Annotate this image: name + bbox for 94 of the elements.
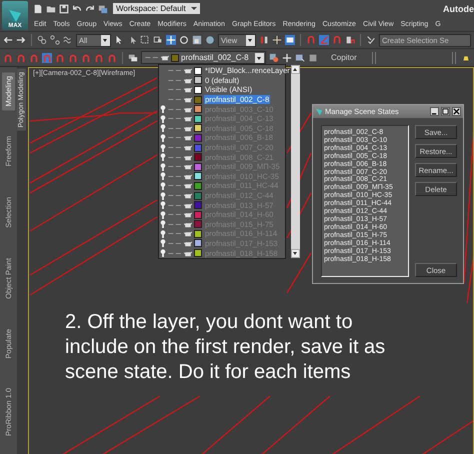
lightbulb-icon[interactable] <box>160 182 166 190</box>
teapot-icon <box>184 230 192 238</box>
teapot-icon <box>184 96 192 104</box>
unlink-icon[interactable] <box>50 35 60 45</box>
teapot-icon <box>184 192 192 200</box>
dash-icon <box>168 145 182 150</box>
teapot-icon <box>184 76 192 84</box>
window-crossing-icon[interactable] <box>153 35 163 45</box>
layer-name: profnastil_002_C-8 <box>181 53 249 62</box>
cursor-icon[interactable] <box>114 35 124 45</box>
link-icon[interactable] <box>37 35 47 45</box>
teapot-icon <box>184 182 192 190</box>
layers-icon[interactable] <box>128 52 138 62</box>
logo-icon <box>7 9 23 23</box>
lightbulb-icon[interactable] <box>160 114 166 123</box>
save-icon[interactable] <box>59 4 69 14</box>
dash-icon <box>168 116 182 122</box>
undo-icon[interactable] <box>72 4 82 14</box>
close-icon <box>453 108 460 115</box>
caret-icon <box>246 34 255 46</box>
dash-icon <box>168 106 182 112</box>
move-icon[interactable] <box>166 35 176 45</box>
caption-text: 2. Off the layer, you dont want to include on the first render, save it as scene state. Do it for each items <box>65 310 386 385</box>
caret-icon <box>255 53 264 63</box>
teapot-icon <box>184 220 192 228</box>
teapot-icon <box>184 202 192 209</box>
lightbulb-icon[interactable] <box>160 201 166 210</box>
caret-icon <box>101 34 110 46</box>
layer-dropdown[interactable]: profnastil_002_C-8 <box>141 51 266 64</box>
lightbulb-icon[interactable] <box>160 239 166 248</box>
close-button[interactable] <box>452 107 461 116</box>
dash-icon <box>168 126 182 131</box>
teapot-icon <box>184 250 192 257</box>
dash-icon <box>168 212 182 218</box>
logo-icon <box>315 108 323 116</box>
rotate-icon[interactable] <box>179 35 189 45</box>
teapot-icon <box>184 154 192 161</box>
dash-icon <box>168 78 182 83</box>
teapot-icon <box>184 124 192 132</box>
undo-icon[interactable] <box>3 35 13 45</box>
lightbulb-icon[interactable] <box>160 230 166 238</box>
teapot-icon <box>161 54 169 61</box>
redo-icon[interactable] <box>85 4 95 14</box>
dash-icon <box>168 97 182 102</box>
teapot-icon <box>184 211 192 218</box>
crosshair-icon[interactable] <box>272 35 282 45</box>
teapot-icon <box>184 86 192 94</box>
dash-icon <box>168 202 182 208</box>
dash-icon <box>168 135 182 140</box>
lightbulb-icon[interactable] <box>160 172 166 180</box>
teapot-icon <box>184 106 192 113</box>
caret-icon <box>190 7 197 10</box>
teapot-icon <box>184 67 192 74</box>
wave-icon[interactable] <box>63 35 73 45</box>
teapot-icon <box>184 240 192 247</box>
lightbulb-icon[interactable] <box>160 105 166 114</box>
lightbulb-icon[interactable] <box>160 210 166 219</box>
dash-icon <box>168 154 182 160</box>
dash-icon <box>168 174 182 179</box>
minimize-button[interactable] <box>430 107 439 116</box>
new-file-icon[interactable] <box>33 4 43 14</box>
lightbulb-icon[interactable] <box>160 153 166 162</box>
copitor-label[interactable]: Copitor <box>321 53 367 62</box>
lightbulb-icon[interactable] <box>160 134 166 142</box>
dash-icon <box>168 68 182 74</box>
plus-icon[interactable] <box>282 52 292 62</box>
lightbulb-icon[interactable] <box>160 192 166 200</box>
dash-icon <box>145 55 159 60</box>
dash-icon <box>168 231 182 236</box>
lightbulb-icon[interactable] <box>160 162 166 171</box>
teapot-icon <box>184 172 192 180</box>
dash-icon <box>168 193 182 198</box>
redo-icon[interactable] <box>16 35 26 45</box>
teapot-icon <box>184 115 192 122</box>
dash-icon <box>168 87 182 92</box>
lightbulb-icon[interactable] <box>160 124 166 132</box>
workspace-dropdown[interactable]: Workspace: Default <box>113 3 200 14</box>
window-title: Autode <box>443 4 474 14</box>
rectangle-select-icon[interactable] <box>140 35 150 45</box>
lightbulb-icon[interactable] <box>160 220 166 228</box>
teapot-icon <box>184 163 192 170</box>
teapot-icon <box>184 144 192 152</box>
dash-icon <box>168 240 182 246</box>
folder-icon[interactable] <box>46 4 56 14</box>
lightbulb-icon[interactable] <box>160 144 166 152</box>
maximize-button[interactable] <box>441 107 450 116</box>
lightbulb-icon[interactable] <box>160 249 166 258</box>
maximize-icon <box>442 108 449 115</box>
teapot-icon <box>184 134 192 142</box>
dash-icon <box>168 183 182 188</box>
scale-icon[interactable] <box>192 35 202 45</box>
dash-icon <box>168 250 182 256</box>
dash-icon <box>168 222 182 227</box>
dash-icon <box>168 164 182 170</box>
